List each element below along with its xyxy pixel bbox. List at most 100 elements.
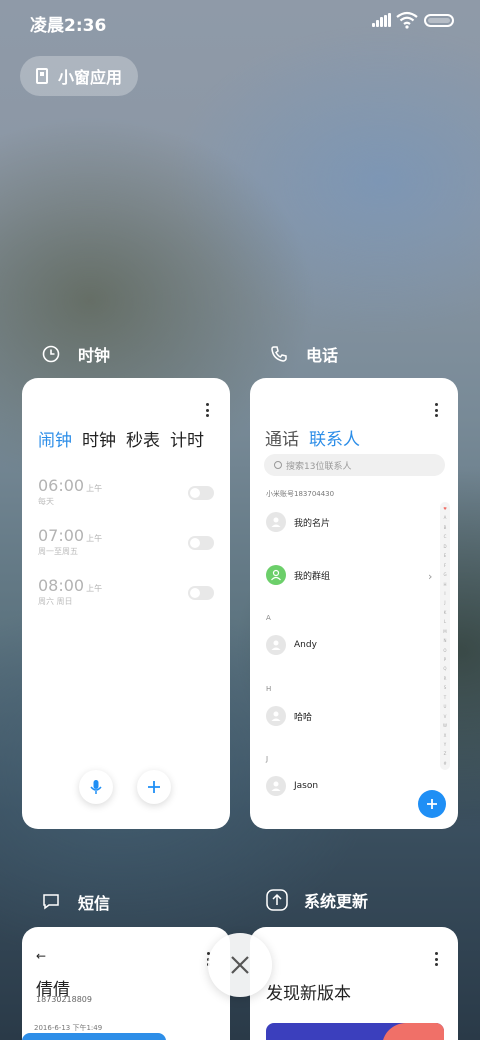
index-letter[interactable]: F: [444, 563, 446, 568]
plus-icon: [427, 799, 437, 809]
sms-app-title: 短信: [78, 894, 111, 913]
chevron-right-icon: ›: [428, 570, 433, 583]
contact-name: Andy: [294, 640, 317, 650]
clock-icon: [40, 343, 62, 365]
phone-app-card[interactable]: 通话 联系人 搜索13位联系人 小米账号183704430 我的名片 我的群组 …: [250, 378, 458, 829]
contact-name: 我的名片: [294, 518, 331, 529]
status-bar: 凌晨2:36: [0, 0, 480, 44]
contact-item[interactable]: Jason: [266, 776, 318, 796]
clock-app-header[interactable]: 时钟: [40, 342, 110, 366]
tab-timer[interactable]: 计时: [170, 426, 204, 451]
floating-window-label: 小窗应用: [58, 68, 123, 87]
back-arrow-icon[interactable]: ←: [36, 949, 46, 963]
alarm-time: 06:00: [38, 476, 85, 495]
search-placeholder: 搜索13位联系人: [286, 461, 352, 472]
section-letter: H: [266, 685, 272, 693]
contact-search-input[interactable]: 搜索13位联系人: [264, 454, 445, 476]
close-icon: [231, 956, 249, 974]
index-letter[interactable]: T: [444, 695, 446, 700]
floating-window-button[interactable]: 小窗应用: [20, 56, 138, 96]
update-app-title: 系统更新: [304, 892, 369, 911]
index-letter[interactable]: Y: [444, 742, 446, 747]
tab-alarm[interactable]: 闹钟: [38, 426, 72, 451]
message-bubble: [22, 1033, 166, 1040]
phone-icon: [268, 343, 290, 365]
more-icon[interactable]: [434, 952, 438, 966]
index-letter[interactable]: H: [443, 582, 446, 587]
index-letter[interactable]: S: [444, 685, 447, 690]
tab-contacts[interactable]: 联系人: [309, 425, 360, 450]
update-app-header[interactable]: 系统更新: [266, 888, 368, 912]
window-icon: [36, 68, 48, 84]
phone-app-title: 电话: [306, 346, 339, 365]
alarm-ampm: 上午: [86, 484, 103, 493]
tab-clock[interactable]: 时钟: [82, 426, 116, 451]
search-icon: [274, 461, 282, 469]
contact-name: 我的群组: [294, 571, 331, 582]
index-letter[interactable]: M: [443, 629, 446, 634]
update-app-card[interactable]: 发现新版本: [250, 927, 458, 1040]
update-banner: [266, 1023, 444, 1040]
alarm-ampm: 上午: [86, 584, 103, 593]
index-letter[interactable]: G: [443, 572, 446, 577]
alarm-ampm: 上午: [86, 534, 103, 543]
phone-app-header[interactable]: 电话: [268, 342, 338, 366]
sms-contact-number: 18730218809: [36, 995, 92, 1004]
clear-all-button[interactable]: [208, 933, 272, 997]
add-contact-button[interactable]: [418, 790, 446, 818]
more-icon[interactable]: [205, 403, 209, 417]
my-card-item[interactable]: 我的名片: [266, 512, 330, 532]
sms-date: 2016-6-13 下午1:49: [34, 1024, 103, 1032]
clock-app-card[interactable]: 闹钟 时钟 秒表 计时 06:00 上午 每天 07:00 上午 周一至周五 08:…: [22, 378, 230, 829]
index-letter[interactable]: X: [444, 733, 447, 738]
index-letter[interactable]: Z: [444, 751, 447, 756]
index-letter[interactable]: A: [444, 515, 447, 520]
alarm-toggle[interactable]: [188, 486, 214, 500]
sms-app-header[interactable]: 短信: [40, 890, 110, 914]
plus-icon: [148, 781, 160, 793]
index-letter[interactable]: U: [444, 704, 447, 709]
alphabet-index-bar[interactable]: ♥ A B C D E F G H I J K L M N O P Q R S T U V W X Y Z #: [440, 502, 450, 770]
phone-tabs: 通话 联系人: [265, 425, 360, 450]
clock-tabs: 闹钟 时钟 秒表 计时: [38, 426, 204, 451]
battery-icon: [424, 14, 454, 27]
index-letter[interactable]: W: [443, 723, 447, 728]
avatar: [266, 512, 286, 532]
update-heading: 发现新版本: [266, 984, 351, 1004]
clock-app-title: 时钟: [78, 346, 111, 365]
avatar: [266, 776, 286, 796]
alarm-time: 07:00: [38, 526, 85, 545]
index-letter[interactable]: V: [444, 714, 447, 719]
index-letter[interactable]: O: [443, 648, 446, 653]
contact-name: Jason: [294, 781, 319, 791]
index-letter[interactable]: N: [444, 638, 447, 643]
index-letter[interactable]: #: [443, 761, 446, 766]
index-letter[interactable]: K: [444, 610, 447, 615]
alarm-toggle[interactable]: [188, 536, 214, 550]
more-icon[interactable]: [434, 403, 438, 417]
contact-item[interactable]: 哈哈: [266, 706, 312, 726]
sms-app-card[interactable]: ← 倩倩 18730218809 2016-6-13 下午1:49: [22, 927, 230, 1040]
tab-stopwatch[interactable]: 秒表: [126, 426, 160, 451]
index-letter[interactable]: E: [444, 553, 447, 558]
contact-item[interactable]: Andy: [266, 635, 317, 655]
alarm-toggle[interactable]: [188, 586, 214, 600]
index-letter[interactable]: B: [444, 525, 447, 530]
index-letter[interactable]: P: [444, 657, 446, 662]
avatar: [266, 635, 286, 655]
index-letter[interactable]: I: [444, 591, 445, 596]
status-time: 凌晨2:36: [30, 16, 107, 36]
add-alarm-button[interactable]: [137, 770, 171, 804]
index-letter[interactable]: ♥: [443, 506, 447, 511]
index-letter[interactable]: L: [444, 619, 446, 624]
index-letter[interactable]: Q: [443, 666, 446, 671]
index-letter[interactable]: R: [444, 676, 447, 681]
tab-calls[interactable]: 通话: [265, 425, 299, 450]
index-letter[interactable]: D: [443, 544, 446, 549]
microphone-icon: [90, 780, 102, 794]
my-groups-item[interactable]: 我的群组: [266, 565, 330, 585]
voice-button[interactable]: [79, 770, 113, 804]
index-letter[interactable]: J: [444, 600, 445, 605]
index-letter[interactable]: C: [444, 534, 447, 539]
section-letter: J: [266, 755, 269, 763]
